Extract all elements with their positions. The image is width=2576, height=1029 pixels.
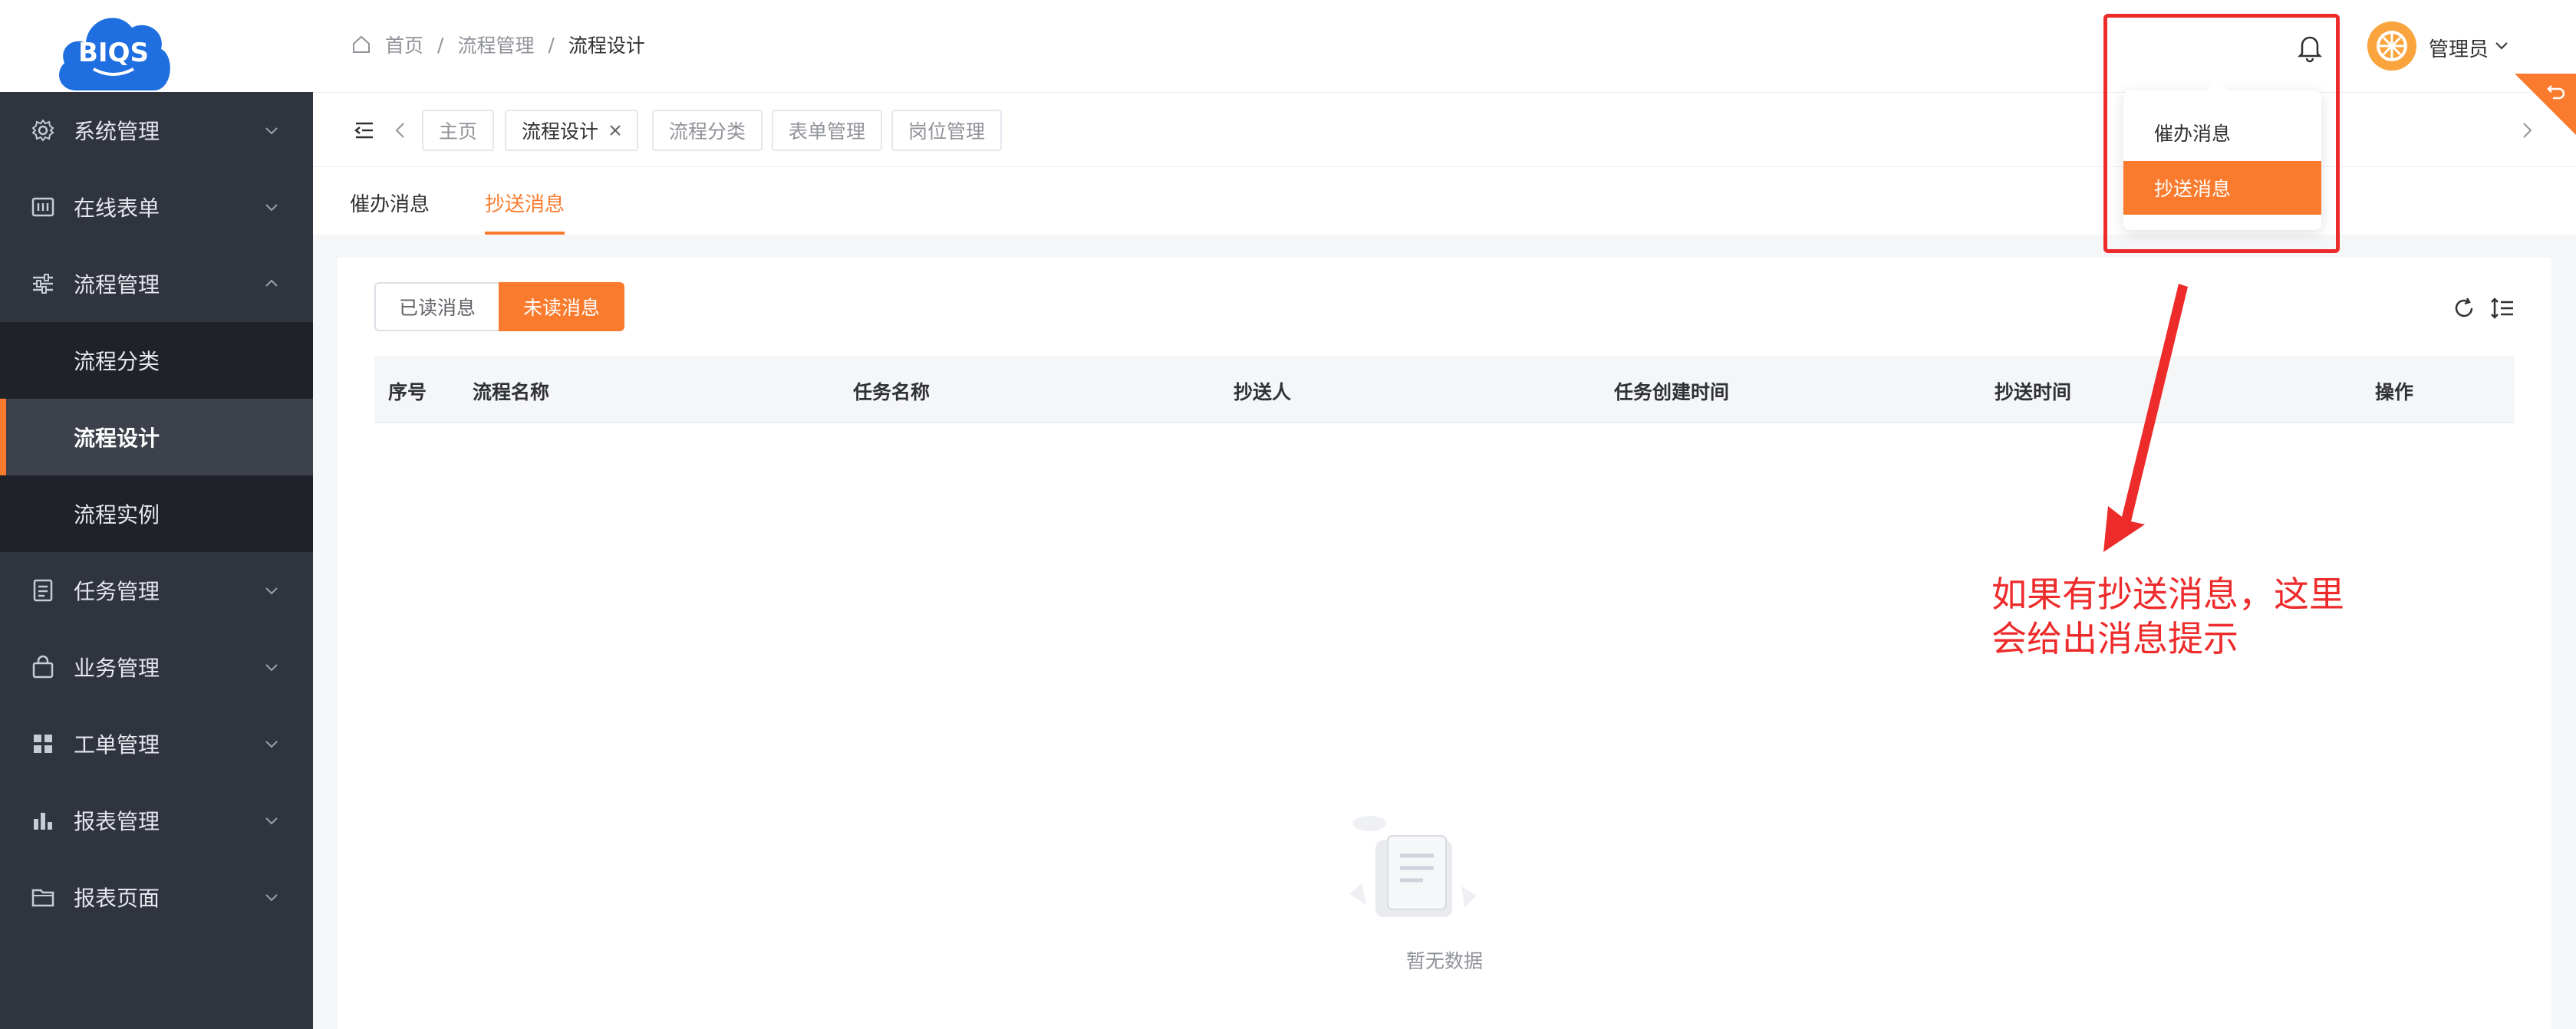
breadcrumb-current: 流程设计 — [568, 35, 645, 57]
chevron-down-icon — [265, 587, 278, 595]
read-messages-button[interactable]: 已读消息 — [374, 282, 499, 331]
sidebar-subitem-label: 流程实例 — [74, 502, 160, 528]
chevron-down-icon — [265, 817, 278, 825]
sidebar-submenu-process: 流程分类 流程设计 流程实例 — [0, 322, 313, 552]
read-status-toggle: 已读消息 未读消息 — [374, 282, 625, 331]
close-icon[interactable] — [609, 124, 621, 136]
sidebar-item-workorder[interactable]: 工单管理 — [0, 705, 313, 782]
tag-post-management[interactable]: 岗位管理 — [891, 110, 1003, 151]
tab-cc-message[interactable]: 抄送消息 — [485, 189, 565, 235]
bar-chart-icon — [34, 813, 52, 830]
sidebar-item-label: 业务管理 — [74, 656, 160, 681]
annotation-highlight-box — [2103, 14, 2340, 253]
column-header-task-name[interactable]: 任务名称 — [853, 377, 930, 405]
sliders-icon — [33, 274, 53, 294]
gear-icon — [31, 119, 54, 142]
empty-data-icon — [1349, 816, 1477, 917]
logo-text: BIQS — [78, 38, 149, 68]
tag-label: 流程设计 — [522, 120, 599, 143]
table-tools — [2452, 296, 2515, 321]
sidebar-item-report[interactable]: 报表管理 — [0, 782, 313, 859]
column-header-cc-time[interactable]: 抄送时间 — [1995, 377, 2071, 405]
tag-process-category[interactable]: 流程分类 — [652, 110, 763, 151]
sidebar-item-label: 在线表单 — [74, 196, 160, 221]
sidebar-subitem-design[interactable]: 流程设计 — [0, 399, 313, 475]
column-header-process-name[interactable]: 流程名称 — [473, 377, 549, 405]
tag-label: 表单管理 — [789, 120, 866, 143]
return-icon[interactable] — [2545, 81, 2567, 103]
sidebar-item-label: 报表管理 — [74, 809, 160, 834]
sidebar: BIQS 系统管理 在线表单 流程管理 流程分类 流程设计 流程实例 任务管理 … — [0, 0, 313, 1029]
breadcrumb-level1[interactable]: 流程管理 — [457, 31, 534, 58]
sidebar-item-label: 工单管理 — [74, 732, 160, 758]
breadcrumb: 首页 / 流程管理 / 流程设计 — [351, 31, 645, 58]
form-icon — [31, 197, 54, 217]
logo[interactable]: BIQS — [0, 0, 313, 92]
user-name[interactable]: 管理员 — [2429, 34, 2489, 62]
breadcrumb-separator: / — [437, 33, 444, 56]
sidebar-item-online-form[interactable]: 在线表单 — [0, 169, 313, 245]
annotation-note: 如果有抄送消息，这里 会给出消息提示 — [1991, 572, 2390, 661]
bag-icon — [32, 655, 54, 679]
tag-home[interactable]: 主页 — [422, 110, 495, 151]
column-sort-icon[interactable] — [2490, 296, 2515, 321]
column-header-cc-person[interactable]: 抄送人 — [1234, 377, 1291, 405]
annotation-line-1: 如果有抄送消息，这里 — [1991, 574, 2344, 615]
menu-fold-icon[interactable] — [353, 119, 376, 142]
sidebar-subitem-label: 流程设计 — [74, 426, 160, 451]
unread-messages-button[interactable]: 未读消息 — [499, 282, 625, 331]
tag-process-design[interactable]: 流程设计 — [505, 110, 639, 151]
sidebar-item-label: 流程管理 — [74, 272, 160, 298]
sidebar-item-task[interactable]: 任务管理 — [0, 552, 313, 629]
chevron-up-icon — [265, 279, 278, 287]
annotation-line-2: 会给出消息提示 — [1991, 618, 2238, 659]
column-header-index[interactable]: 序号 — [388, 377, 427, 405]
tag-label: 流程分类 — [669, 120, 746, 143]
sidebar-item-business[interactable]: 业务管理 — [0, 629, 313, 705]
breadcrumb-separator: / — [548, 33, 555, 56]
chevron-down-icon — [265, 741, 278, 748]
tag-label: 岗位管理 — [908, 120, 986, 143]
sidebar-menu: 系统管理 在线表单 流程管理 流程分类 流程设计 流程实例 任务管理 业务管理 … — [0, 92, 313, 935]
empty-data-text: 暂无数据 — [1405, 950, 1483, 972]
sidebar-subitem-label: 流程分类 — [74, 349, 160, 374]
chevron-down-icon — [265, 894, 278, 902]
sidebar-item-report-page[interactable]: 报表页面 — [0, 859, 313, 935]
sidebar-item-label: 任务管理 — [74, 579, 160, 604]
sidebar-item-label: 报表页面 — [74, 886, 160, 911]
chevron-left-icon[interactable] — [391, 120, 410, 140]
chevron-down-icon[interactable] — [2493, 37, 2510, 54]
home-icon — [353, 35, 370, 53]
logo-cloud-icon: BIQS — [59, 18, 170, 90]
breadcrumb-home[interactable]: 首页 — [385, 31, 423, 58]
sidebar-subitem-category[interactable]: 流程分类 — [0, 322, 313, 399]
avatar[interactable] — [2367, 21, 2416, 71]
sidebar-item-system[interactable]: 系统管理 — [0, 92, 313, 169]
tab-urge-message[interactable]: 催办消息 — [350, 189, 430, 235]
column-header-actions[interactable]: 操作 — [2375, 377, 2413, 405]
grid-icon — [34, 735, 52, 753]
chevron-down-icon — [265, 204, 278, 212]
tag-form-management[interactable]: 表单管理 — [772, 110, 883, 151]
doc-icon — [33, 579, 53, 602]
folder-icon — [31, 889, 54, 907]
refresh-icon[interactable] — [2452, 296, 2476, 321]
chevron-down-icon — [265, 127, 278, 135]
sidebar-item-label: 系统管理 — [74, 119, 160, 144]
tag-label: 主页 — [439, 120, 478, 143]
sidebar-item-process[interactable]: 流程管理 — [0, 245, 313, 322]
column-header-task-created-time[interactable]: 任务创建时间 — [1614, 377, 1729, 405]
annotation-arrow — [2103, 284, 2188, 552]
sidebar-subitem-instance[interactable]: 流程实例 — [0, 475, 313, 552]
app-root: BIQS 系统管理 在线表单 流程管理 流程分类 流程设计 流程实例 任务管理 … — [0, 0, 2576, 1029]
chevron-down-icon — [265, 664, 278, 672]
